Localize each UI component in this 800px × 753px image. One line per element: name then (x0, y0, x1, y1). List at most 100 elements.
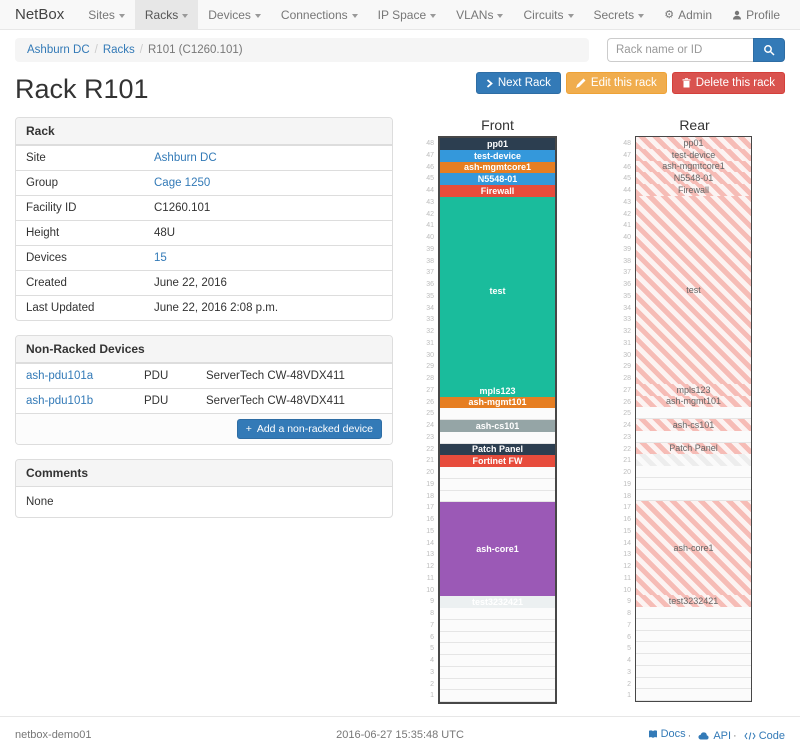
unit-number: 44 (621, 185, 633, 197)
search-button[interactable] (753, 38, 785, 62)
device-front[interactable]: test3232421 (440, 596, 555, 608)
empty-slot (636, 631, 751, 643)
unit-number: 13 (424, 549, 436, 561)
device-rear[interactable]: N5548-01 (636, 172, 751, 184)
nav-item[interactable]: Circuits (513, 0, 583, 29)
device-rear[interactable]: ash-cs101 (636, 419, 751, 431)
device-front[interactable]: mpls123 (440, 385, 555, 397)
code-link[interactable]: Code (731, 730, 785, 742)
nav-item[interactable]: Sites (78, 0, 135, 29)
attr-label: Last Updated (16, 296, 144, 321)
search-input[interactable] (607, 38, 753, 62)
unit-number: 46 (424, 162, 436, 174)
device-front[interactable]: ash-core1 (440, 502, 555, 596)
unit-number: 7 (424, 620, 436, 632)
unit-number: 11 (621, 573, 633, 585)
device-rear[interactable]: test (636, 196, 751, 384)
empty-slot (440, 679, 555, 691)
nav-item[interactable]: IP Space (368, 0, 446, 29)
device-front[interactable]: test-device (440, 150, 555, 162)
unit-number: 17 (621, 502, 633, 514)
nav-item-label: VLANs (456, 8, 493, 22)
book-icon (648, 730, 658, 739)
device-link[interactable]: ash-pdu101b (26, 395, 93, 407)
device-rear[interactable]: Firewall (636, 184, 751, 196)
non-racked-panel-title: Non-Racked Devices (16, 336, 392, 363)
breadcrumb-current: R101 (C1260.101) (148, 44, 243, 56)
device-front[interactable]: N5548-01 (440, 173, 555, 185)
attr-label: Site (16, 146, 144, 171)
unit-number: 18 (621, 491, 633, 503)
table-row: Devices 15 (16, 246, 392, 271)
unit-number: 16 (424, 514, 436, 526)
device-model: ServerTech CW-48VDX411 (196, 364, 392, 389)
device-front[interactable]: ash-cs101 (440, 420, 555, 432)
unit-number: 31 (621, 338, 633, 350)
attr-value: June 22, 2016 (154, 277, 227, 289)
device-model: ServerTech CW-48VDX411 (196, 389, 392, 414)
delete-rack-button[interactable]: Delete this rack (672, 72, 785, 94)
device-rear[interactable]: test3232421 (636, 595, 751, 607)
profile-menu-item[interactable]: Profile (722, 0, 790, 29)
unit-number: 34 (621, 303, 633, 315)
unit-number: 42 (424, 209, 436, 221)
attr-value: 15 (154, 252, 167, 264)
unit-number: 38 (424, 256, 436, 268)
edit-rack-button[interactable]: Edit this rack (566, 72, 667, 94)
device-front[interactable]: ash-mgmt101 (440, 397, 555, 409)
unit-number: 19 (621, 479, 633, 491)
code-label: Code (759, 730, 785, 742)
breadcrumb: Ashburn DC/Racks/R101 (C1260.101) (15, 38, 589, 62)
gear-icon: ⚙ (664, 0, 674, 30)
empty-slot (636, 407, 751, 419)
unit-number: 41 (621, 220, 633, 232)
nav-item[interactable]: VLANs (446, 0, 513, 29)
table-row: ash-pdu101a PDU ServerTech CW-48VDX411 (16, 364, 392, 389)
admin-menu-item[interactable]: ⚙ Admin (654, 0, 722, 29)
table-row: Height 48U (16, 221, 392, 246)
device-rear[interactable]: ash-core1 (636, 501, 751, 595)
breadcrumb-site[interactable]: Ashburn DC (27, 44, 90, 56)
device-rear[interactable]: mpls123 (636, 384, 751, 396)
empty-slot (440, 479, 555, 491)
brand[interactable]: NetBox (15, 0, 64, 29)
main-nav: Sites Racks Devices Connections IP Space… (78, 0, 654, 29)
nav-item[interactable]: Devices (198, 0, 271, 29)
device-link[interactable]: ash-pdu101a (26, 370, 93, 382)
unit-number: 27 (424, 385, 436, 397)
user-icon (732, 10, 742, 20)
unit-number: 39 (424, 244, 436, 256)
device-front[interactable]: test (440, 197, 555, 385)
unit-number: 43 (424, 197, 436, 209)
device-rear[interactable]: pp01 (636, 137, 751, 149)
nav-item[interactable]: Connections (271, 0, 368, 29)
nav-item[interactable]: Racks (135, 0, 198, 29)
add-non-racked-button[interactable]: +Add a non-racked device (237, 419, 382, 439)
unit-number: 44 (424, 185, 436, 197)
device-front[interactable]: Fortinet FW (440, 455, 555, 467)
unit-number: 41 (424, 220, 436, 232)
device-front[interactable]: ash-mgmtcore1 (440, 162, 555, 174)
device-front[interactable]: Firewall (440, 185, 555, 197)
device-rear[interactable]: Patch Panel (636, 443, 751, 455)
nav-item-label: Secrets (594, 8, 635, 22)
device-rear[interactable]: test-device (636, 149, 751, 161)
device-front[interactable]: Patch Panel (440, 444, 555, 456)
docs-link[interactable]: Docs (648, 728, 686, 740)
empty-slot (636, 466, 751, 478)
unit-number: 48 (621, 138, 633, 150)
empty-slot (440, 467, 555, 479)
api-link[interactable]: API (686, 730, 731, 742)
api-label: API (713, 730, 731, 742)
unit-number: 23 (621, 432, 633, 444)
device-front[interactable]: pp01 (440, 138, 555, 150)
unit-number: 32 (424, 326, 436, 338)
nav-item[interactable]: Secrets (584, 0, 655, 29)
breadcrumb-racks[interactable]: Racks (103, 44, 135, 56)
logout-menu-item[interactable]: Log out (790, 0, 800, 29)
unit-number: 1 (424, 690, 436, 702)
device-rear[interactable]: ash-mgmt101 (636, 396, 751, 408)
front-title: Front (438, 117, 557, 133)
device-rear[interactable]: ash-mgmtcore1 (636, 161, 751, 173)
next-rack-button[interactable]: Next Rack (476, 72, 561, 94)
